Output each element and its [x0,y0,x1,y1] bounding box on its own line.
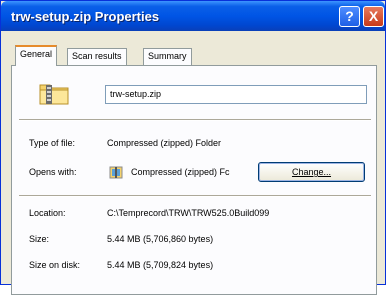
window-title: trw-setup.zip Properties [11,9,160,24]
separator [19,195,371,197]
tab-scan-results[interactable]: Scan results [67,48,127,65]
change-button[interactable]: Change... [258,162,365,182]
size-label: Size: [29,234,50,244]
opens-with-label: Opens with: [29,167,77,177]
close-icon: X [368,8,379,24]
tab-general[interactable]: General [15,45,58,66]
help-icon: ? [345,8,354,24]
type-of-file-value: Compressed (zipped) Folder [107,138,222,148]
type-of-file-label: Type of file: [29,138,76,148]
size-on-disk-label: Size on disk: [29,260,81,270]
title-bar[interactable]: trw-setup.zip Properties ? X [1,1,385,31]
tab-summary[interactable]: Summary [143,48,192,65]
file-name-field[interactable]: trw-setup.zip [105,85,367,104]
location-label: Location: [29,208,66,218]
zip-folder-icon [39,84,69,105]
help-button[interactable]: ? [339,6,360,27]
size-on-disk-value: 5.44 MB (5,709,824 bytes) [107,260,214,270]
location-value: C:\Temprecord\TRW\TRW525.0Build099 [107,208,270,218]
change-button-label: Change... [291,167,332,177]
size-value: 5.44 MB (5,706,860 bytes) [107,234,214,244]
close-button[interactable]: X [363,6,384,27]
separator [19,119,371,121]
compressed-folder-app-icon [109,166,123,179]
properties-window: trw-setup.zip Properties ? X General Sca… [0,0,386,295]
opens-with-value: Compressed (zipped) Fc [131,167,230,177]
